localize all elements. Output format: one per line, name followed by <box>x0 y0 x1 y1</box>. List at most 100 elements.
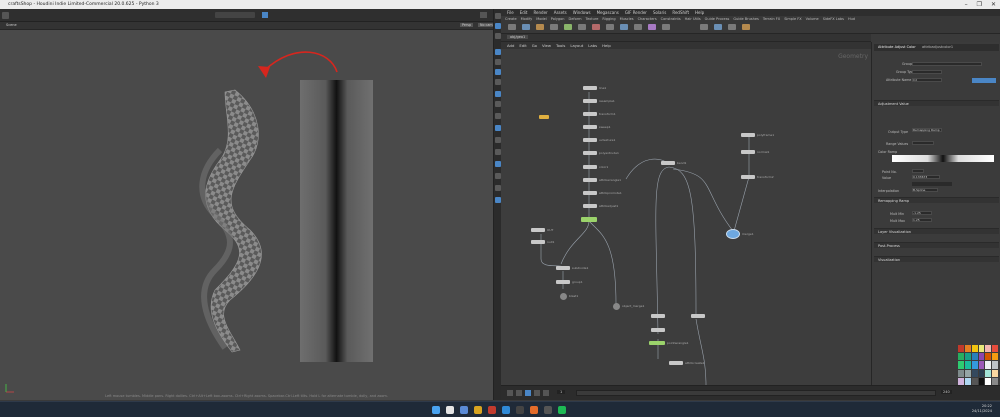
swatch[interactable] <box>985 369 992 377</box>
color-ramp-widget[interactable] <box>892 155 994 162</box>
node-resample1[interactable] <box>583 99 597 103</box>
file-explorer-icon[interactable] <box>474 406 482 414</box>
shelf-tool-icon[interactable] <box>742 24 750 30</box>
shelf-tool-icon[interactable] <box>564 24 572 30</box>
prev-frame-icon[interactable] <box>516 390 522 396</box>
color-value-field[interactable] <box>912 182 952 186</box>
task-view-icon[interactable] <box>460 406 468 414</box>
component-toggles[interactable] <box>972 78 996 83</box>
menu-windows[interactable]: Windows <box>573 9 591 16</box>
shelf-tool-icon[interactable] <box>592 24 600 30</box>
swatch[interactable] <box>964 361 971 369</box>
output-type-field[interactable]: Remapping Ramp <box>912 128 942 132</box>
nw-menu-labs[interactable]: Labs <box>588 42 597 49</box>
nw-menu-edit[interactable]: Edit <box>519 42 526 49</box>
edge-icon[interactable] <box>502 406 510 414</box>
shelf-tool-icon[interactable] <box>606 24 614 30</box>
group-type-field[interactable] <box>912 70 942 74</box>
group-field[interactable] <box>912 62 982 66</box>
swatch[interactable] <box>958 353 964 361</box>
point-no-field[interactable] <box>912 169 924 173</box>
section-adjustment-value[interactable]: Adjustment Value <box>874 100 999 106</box>
swatch[interactable] <box>992 361 998 369</box>
node-attribadjust1[interactable] <box>583 204 597 208</box>
app-icon[interactable] <box>488 406 496 414</box>
node-pointwrangle1[interactable] <box>649 341 665 345</box>
shelf-tab[interactable]: Rigging <box>602 16 615 22</box>
swatch[interactable] <box>958 377 964 385</box>
shelf-tab[interactable]: Constraints <box>661 16 681 22</box>
swatch[interactable] <box>971 361 978 369</box>
swatch[interactable] <box>978 361 985 369</box>
shelf-tab[interactable]: Muscles <box>620 16 634 22</box>
node-blast1[interactable] <box>560 293 567 300</box>
node-line1[interactable] <box>583 86 597 90</box>
close-button[interactable]: ✕ <box>991 0 996 9</box>
shelf-tool-icon[interactable] <box>662 24 670 30</box>
app-icon[interactable] <box>516 406 524 414</box>
node-stack-a[interactable] <box>651 314 665 318</box>
shelf-tab[interactable]: Volume <box>806 16 819 22</box>
nw-menu-layout[interactable]: Layout <box>570 42 583 49</box>
position-field[interactable]: 0.133673 <box>912 175 940 179</box>
menu-icon[interactable] <box>2 12 9 19</box>
shelf-tab[interactable]: Guide Brushes <box>733 16 758 22</box>
last-frame-icon[interactable] <box>543 390 549 396</box>
shelf-tool-icon[interactable] <box>578 24 586 30</box>
node-null1[interactable] <box>531 240 545 244</box>
node-transform2[interactable] <box>741 175 755 179</box>
shelf-tool-icon[interactable] <box>648 24 656 30</box>
node-bend1[interactable] <box>661 161 675 165</box>
network-editor[interactable]: Geometry line1 resample1 transform1 swee… <box>501 49 871 385</box>
menu-render[interactable]: Render <box>533 9 547 16</box>
swatch[interactable] <box>964 353 971 361</box>
swatch[interactable] <box>978 377 985 385</box>
shelf-tool-icon[interactable] <box>536 24 544 30</box>
shelf-tab[interactable]: Polygon <box>551 16 565 22</box>
range-values-field[interactable] <box>912 141 934 145</box>
node-color1[interactable] <box>583 165 597 169</box>
shelf-tab[interactable]: Characters <box>638 16 657 22</box>
settings-icon[interactable] <box>480 12 487 18</box>
shelf-tool-icon[interactable] <box>620 24 628 30</box>
shelf-tab[interactable]: Guide Process <box>705 16 730 22</box>
swatch[interactable] <box>971 377 978 385</box>
shelf-tool-icon[interactable] <box>508 24 516 30</box>
shelf-tool-icon[interactable] <box>728 24 736 30</box>
node-object-merge1[interactable] <box>613 303 620 310</box>
shelf-tool-icon[interactable] <box>634 24 642 30</box>
node-normal1[interactable] <box>741 150 755 154</box>
network-path[interactable]: obj/geo1 <box>507 35 529 39</box>
node-attribwrangle1[interactable] <box>583 178 597 182</box>
maximize-button[interactable]: ❐ <box>977 0 982 9</box>
view-icon[interactable] <box>262 12 268 18</box>
swatch[interactable] <box>985 361 992 369</box>
minimize-button[interactable]: – <box>965 0 968 9</box>
swatch[interactable] <box>964 345 971 353</box>
swatch[interactable] <box>992 353 998 361</box>
node-sticky[interactable] <box>539 115 549 119</box>
nw-menu-view[interactable]: View <box>542 42 551 49</box>
menu-edit[interactable]: Edit <box>520 9 528 16</box>
shelf-tab[interactable]: Hair Utils <box>685 16 701 22</box>
node-name-field[interactable]: attribadjustcolor1 <box>922 45 953 49</box>
node-uvtexture1[interactable] <box>583 138 597 142</box>
node-right-branch[interactable] <box>691 314 705 318</box>
swatch[interactable] <box>978 369 985 377</box>
swatch[interactable] <box>964 377 971 385</box>
shelf-tool-icon[interactable] <box>714 24 722 30</box>
swatch[interactable] <box>992 345 998 353</box>
menu-assets[interactable]: Assets <box>554 9 567 16</box>
nw-menu-help[interactable]: Help <box>602 42 611 49</box>
swatch[interactable] <box>971 353 978 361</box>
shelf-tab[interactable]: Texture <box>586 16 599 22</box>
swatch[interactable] <box>992 369 998 377</box>
shelf-tab[interactable]: Deform <box>569 16 582 22</box>
scene-viewport[interactable] <box>0 30 493 400</box>
nw-menu-tools[interactable]: Tools <box>556 42 565 49</box>
menu-gif-render[interactable]: GIF Render <box>625 9 647 16</box>
min-field[interactable]: -1.25 <box>912 211 932 215</box>
shelf-tab[interactable]: Create <box>505 16 517 22</box>
shelf-tool-icon[interactable] <box>522 24 530 30</box>
swatch[interactable] <box>971 369 978 377</box>
